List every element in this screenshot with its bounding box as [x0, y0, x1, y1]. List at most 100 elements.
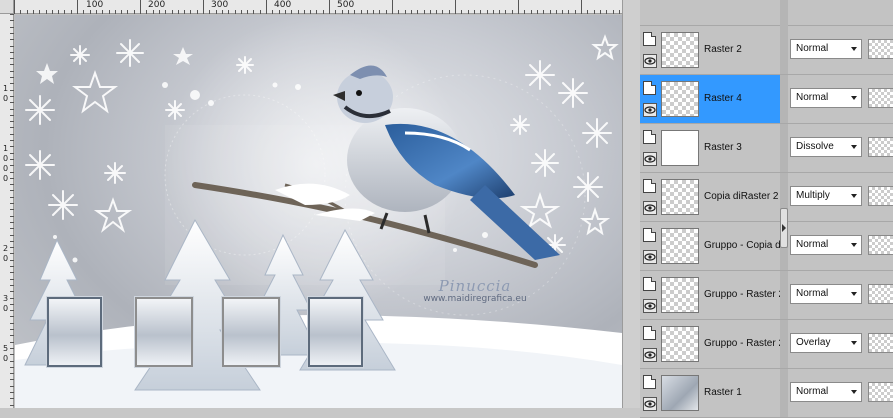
- ruler-tick: [10, 310, 14, 312]
- ruler-tick: [606, 10, 608, 14]
- ruler-tick: [10, 102, 14, 104]
- watermark-url: www.maidiregrafica.eu: [423, 294, 527, 304]
- eye-icon[interactable]: [643, 250, 657, 264]
- ruler-tick: [10, 240, 14, 242]
- ruler-tick: [26, 10, 28, 14]
- layer-row-main[interactable]: Raster 3: [640, 124, 780, 172]
- eye-icon[interactable]: [643, 54, 657, 68]
- eye-icon[interactable]: [643, 348, 657, 362]
- layer-row-main[interactable]: Gruppo - Raster 2: [640, 320, 780, 368]
- blend-mode-select[interactable]: Normal: [790, 88, 862, 108]
- blend-mode-select[interactable]: Overlay: [790, 333, 862, 353]
- ruler-tick: [247, 10, 249, 14]
- ruler-tick: [568, 10, 570, 14]
- opacity-swatch[interactable]: [868, 39, 893, 59]
- layer-thumbnail: [661, 179, 699, 215]
- blend-mode-select[interactable]: Normal: [790, 284, 862, 304]
- layer-name: Raster 2: [704, 44, 742, 55]
- layer-page-icon: [643, 277, 656, 291]
- ruler-tick: [10, 266, 14, 267]
- layer-page-icon: [643, 130, 656, 144]
- layer-row[interactable]: Raster 1 Normal: [640, 369, 893, 418]
- layer-row-main[interactable]: Raster 1: [640, 369, 780, 417]
- layer-properties: Normal: [788, 75, 893, 123]
- blend-mode-select[interactable]: Normal: [790, 39, 862, 59]
- ruler-tick: [10, 20, 14, 22]
- layers-panel[interactable]: Raster 2 Normal Raster 4 Normal Raster 3…: [640, 0, 893, 418]
- canvas-area[interactable]: 100 200 300 400 500 1 0 1 0 0 0 2 0 3 0 …: [0, 0, 622, 408]
- layer-row[interactable]: Raster 2 Normal: [640, 26, 893, 75]
- opacity-swatch[interactable]: [868, 88, 893, 108]
- eye-icon[interactable]: [643, 397, 657, 411]
- blend-mode-label: Normal: [796, 288, 829, 299]
- layer-row-main[interactable]: Raster 2: [640, 26, 780, 74]
- ruler-tick: [127, 10, 129, 14]
- opacity-swatch[interactable]: [868, 186, 893, 206]
- opacity-swatch[interactable]: [868, 137, 893, 157]
- ruler-left-label: 0: [3, 354, 9, 363]
- ruler-tick: [486, 10, 488, 14]
- ruler-tick: [228, 10, 230, 14]
- blend-mode-select[interactable]: Dissolve: [790, 137, 862, 157]
- layer-row-main[interactable]: Copia diRaster 2: [640, 173, 780, 221]
- ruler-tick: [549, 10, 551, 14]
- layer-row[interactable]: Raster 3 Dissolve: [640, 124, 893, 173]
- opacity-swatch[interactable]: [868, 284, 893, 304]
- ruler-tick: [429, 10, 431, 14]
- layer-properties: Multiply: [788, 173, 893, 221]
- layer-row[interactable]: Gruppo - Copia di Normal: [640, 222, 893, 271]
- blend-mode-label: Normal: [796, 92, 829, 103]
- layer-thumbnail: [661, 32, 699, 68]
- eye-icon[interactable]: [643, 201, 657, 215]
- ruler-tick: [10, 341, 14, 343]
- ruler-left: 1 0 1 0 0 0 2 0 3 0 5 0: [0, 14, 14, 408]
- ruler-tick: [10, 379, 14, 381]
- opacity-swatch[interactable]: [868, 333, 893, 353]
- ruler-tick: [10, 89, 14, 91]
- ruler-tick: [10, 221, 14, 223]
- opacity-swatch[interactable]: [868, 382, 893, 402]
- layers-gutter: [780, 369, 788, 417]
- layer-row[interactable]: Copia diRaster 2 Multiply: [640, 173, 893, 222]
- layers-gutter: [780, 26, 788, 74]
- layer-row[interactable]: Gruppo - Raster 2 Normal: [640, 271, 893, 320]
- blend-mode-select[interactable]: Normal: [790, 235, 862, 255]
- ruler-tick: [10, 404, 14, 406]
- ruler-tick: [347, 10, 349, 14]
- ruler-top-label: 500: [337, 0, 355, 10]
- eye-icon[interactable]: [643, 103, 657, 117]
- layer-row-main[interactable]: Gruppo - Raster 2: [640, 271, 780, 319]
- layer-row-main[interactable]: Gruppo - Copia di: [640, 222, 780, 270]
- ruler-tick: [10, 190, 14, 192]
- ruler-tick: [360, 10, 362, 14]
- ruler-tick: [10, 316, 14, 318]
- ruler-tick: [10, 51, 14, 53]
- ruler-tick: [203, 0, 204, 14]
- ruler-tick: [259, 10, 261, 14]
- layer-properties: Overlay: [788, 320, 893, 368]
- chevron-down-icon: [851, 194, 857, 198]
- ruler-tick: [171, 10, 173, 14]
- layer-row[interactable]: Gruppo - Raster 2 Overlay: [640, 320, 893, 369]
- ruler-tick: [146, 10, 148, 14]
- blend-mode-select[interactable]: Multiply: [790, 186, 862, 206]
- layer-page-icon: [643, 228, 656, 242]
- panel-split-handle[interactable]: [780, 208, 788, 248]
- artwork-canvas[interactable]: Pinuccia www.maidiregrafica.eu: [15, 15, 622, 408]
- blend-mode-label: Normal: [796, 43, 829, 54]
- opacity-swatch[interactable]: [868, 235, 893, 255]
- ruler-tick: [10, 347, 14, 349]
- ruler-tick: [10, 253, 14, 255]
- layer-row-main[interactable]: Raster 4: [640, 75, 780, 123]
- blend-mode-select[interactable]: Normal: [790, 382, 862, 402]
- eye-icon[interactable]: [643, 152, 657, 166]
- layer-thumbnail: [661, 277, 699, 313]
- ruler-tick: [10, 354, 14, 356]
- ruler-tick: [102, 10, 104, 14]
- ruler-tick: [593, 10, 595, 14]
- ruler-tick: [140, 0, 141, 14]
- layer-row[interactable]: Raster 4 Normal: [640, 75, 893, 124]
- ruler-tick: [492, 10, 494, 14]
- ruler-tick: [152, 10, 154, 14]
- eye-icon[interactable]: [643, 299, 657, 313]
